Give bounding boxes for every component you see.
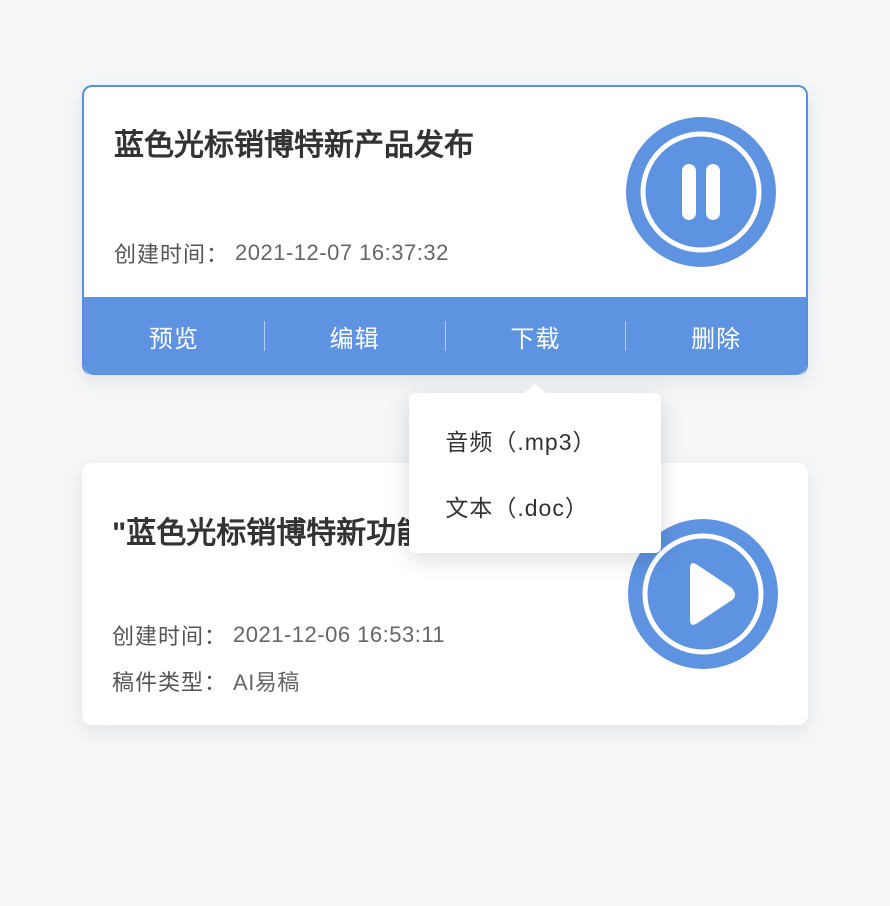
created-time-label: 创建时间：	[112, 619, 227, 651]
download-doc-option[interactable]: 文本（.doc）	[409, 473, 661, 539]
download-button-label: 下载	[510, 326, 560, 353]
doc-type-label: 稿件类型：	[112, 665, 227, 697]
created-time-value: 2021-12-06 16:53:11	[233, 622, 445, 648]
card-body: 蓝色光标销博特新产品发布 创建时间： 2021-12-07 16:37:32	[84, 87, 806, 297]
download-button[interactable]: 下载 音频（.mp3） 文本（.doc）	[446, 319, 626, 354]
audio-card: 蓝色光标销博特新产品发布 创建时间： 2021-12-07 16:37:32 预…	[82, 85, 808, 375]
card-title: 蓝色光标销博特新产品发布	[114, 125, 614, 167]
preview-button[interactable]: 预览	[84, 319, 264, 354]
pause-icon	[626, 117, 776, 267]
doc-type-line: 稿件类型： AI易稿	[112, 665, 778, 697]
edit-button[interactable]: 编辑	[265, 319, 445, 354]
download-mp3-option[interactable]: 音频（.mp3）	[409, 407, 661, 473]
download-dropdown: 音频（.mp3） 文本（.doc）	[409, 393, 661, 553]
delete-button[interactable]: 删除	[626, 319, 806, 354]
pause-button[interactable]	[626, 117, 776, 267]
created-time-label: 创建时间：	[114, 237, 229, 269]
doc-type-value: AI易稿	[233, 665, 300, 697]
created-time-value: 2021-12-07 16:37:32	[235, 240, 449, 266]
action-bar: 预览 编辑 下载 音频（.mp3） 文本（.doc） 删除	[84, 297, 806, 375]
